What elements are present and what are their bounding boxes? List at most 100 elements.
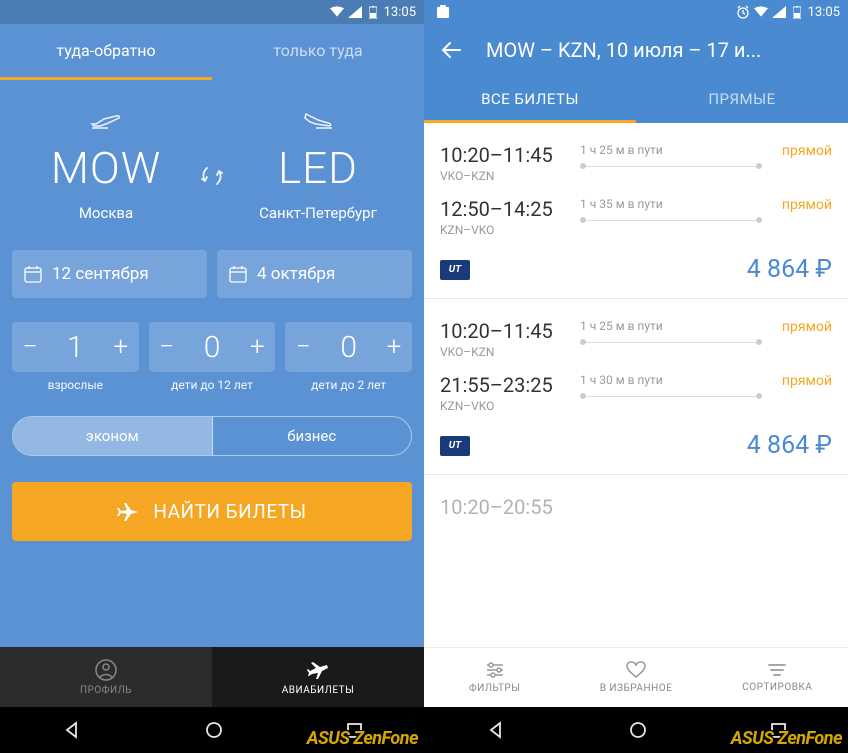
adults-value: 1 xyxy=(48,330,103,365)
destination-code: LED xyxy=(232,142,404,194)
tab-oneway[interactable]: только туда xyxy=(212,24,424,80)
flight-card[interactable]: 10:20–11:45VKO–KZN 1 ч 25 м в пути прямо… xyxy=(424,299,848,475)
cabin-class-toggle: эконом бизнес xyxy=(12,416,412,456)
sort-icon xyxy=(767,662,787,678)
flight-leg: 21:55–23:25KZN–VKO 1 ч 30 м в пути прямо… xyxy=(440,369,832,423)
takeoff-icon xyxy=(20,110,192,130)
passenger-section: − 1 + взрослые − 0 + дети до 12 лет − 0 … xyxy=(0,308,424,398)
flight-leg: 10:20–11:45 VKO–KZN 1 ч 25 м в пути прямо… xyxy=(440,139,832,193)
adults-stepper: − 1 + взрослые xyxy=(12,322,139,392)
infants-plus[interactable]: + xyxy=(376,322,412,372)
leg-time: 21:55–23:25 xyxy=(440,373,580,397)
adults-plus[interactable]: + xyxy=(103,322,139,372)
price: 4 864 ₽ xyxy=(747,255,832,284)
cabin-business[interactable]: бизнес xyxy=(213,417,412,455)
calendar-icon xyxy=(229,265,247,283)
watermark: ASUS ZenFone xyxy=(307,728,418,749)
nav-flights-label: АВИАБИЛЕТЫ xyxy=(282,685,355,696)
airline-logo: UT xyxy=(440,436,470,456)
flights-icon xyxy=(307,659,329,681)
results-list[interactable]: 10:20–11:45 VKO–KZN 1 ч 25 м в пути прямо… xyxy=(424,123,848,647)
leg-time: 10:20–11:45 xyxy=(440,319,580,343)
search-button[interactable]: НАЙТИ БИЛЕТЫ xyxy=(12,482,412,541)
nav-profile-label: ПРОФИЛЬ xyxy=(80,685,132,696)
destination-city: Санкт-Петербург xyxy=(232,204,404,222)
leg-route: VKO–KZN xyxy=(440,345,580,359)
status-bar: 13:05 xyxy=(0,0,424,24)
adults-minus[interactable]: − xyxy=(12,322,48,372)
status-time: 13:05 xyxy=(384,5,416,20)
leg-time: 10:20–11:45 xyxy=(440,143,580,167)
signal-icon xyxy=(348,5,362,19)
origin-code: MOW xyxy=(20,142,192,194)
page-title: MOW – KZN, 10 июля – 17 и... xyxy=(486,38,761,62)
leg-time: 12:50–14:25 xyxy=(440,197,580,221)
nav-filters[interactable]: ФИЛЬТРЫ xyxy=(424,648,565,707)
return-date-value: 4 октября xyxy=(257,264,335,284)
signal-icon xyxy=(772,5,786,19)
nav-flights[interactable]: АВИАБИЛЕТЫ xyxy=(212,647,424,707)
nav-profile[interactable]: ПРОФИЛЬ xyxy=(0,647,212,707)
leg-tag: прямой xyxy=(762,143,832,159)
status-time: 13:05 xyxy=(808,5,840,20)
bottom-nav: ПРОФИЛЬ АВИАБИЛЕТЫ xyxy=(0,647,424,707)
home-button[interactable] xyxy=(629,721,647,739)
wifi-icon xyxy=(754,5,768,19)
origin[interactable]: MOW Москва xyxy=(20,110,192,222)
leg-route: KZN–VKO xyxy=(440,223,580,237)
leg-duration: 1 ч 25 м в пути xyxy=(580,143,762,157)
return-date[interactable]: 4 октября xyxy=(217,250,412,298)
flight-leg: 12:50–14:25KZN–VKO 1 ч 35 м в пути прямо… xyxy=(440,193,832,247)
nav-filters-label: ФИЛЬТРЫ xyxy=(469,683,520,694)
nav-sort-label: СОРТИРОВКА xyxy=(742,682,812,693)
children-stepper: − 0 + дети до 12 лет xyxy=(149,322,276,392)
nav-sort[interactable]: СОРТИРОВКА xyxy=(707,648,848,707)
route-section: MOW Москва LED Санкт-Петербург xyxy=(0,80,424,230)
home-button[interactable] xyxy=(205,721,223,739)
flight-card[interactable]: 10:20–20:55 xyxy=(424,475,848,519)
trip-type-tabs: туда-обратно только туда xyxy=(0,24,424,80)
bottom-nav: ФИЛЬТРЫ В ИЗБРАННОЕ СОРТИРОВКА xyxy=(424,647,848,707)
airline-logo: UT xyxy=(440,260,470,280)
tab-all-tickets[interactable]: ВСЕ БИЛЕТЫ xyxy=(424,76,636,123)
children-plus[interactable]: + xyxy=(239,322,275,372)
alarm-icon xyxy=(736,5,750,19)
landing-icon xyxy=(232,110,404,130)
cabin-economy[interactable]: эконом xyxy=(13,417,213,455)
date-pickers: 12 сентября 4 октября xyxy=(0,230,424,308)
adults-label: взрослые xyxy=(48,378,103,392)
flight-leg: 10:20–20:55 xyxy=(440,491,832,519)
children-value: 0 xyxy=(185,330,240,365)
battery-icon xyxy=(790,5,804,19)
children-minus[interactable]: − xyxy=(149,322,185,372)
heart-icon xyxy=(626,661,646,679)
swap-button[interactable] xyxy=(192,144,232,188)
depart-date[interactable]: 12 сентября xyxy=(12,250,207,298)
infants-minus[interactable]: − xyxy=(285,322,321,372)
battery-icon xyxy=(366,5,380,19)
status-bar: 13:05 xyxy=(424,0,848,24)
infants-value: 0 xyxy=(321,330,376,365)
leg-route: VKO–KZN xyxy=(440,169,580,183)
flight-card[interactable]: 10:20–11:45 VKO–KZN 1 ч 25 м в пути прямо… xyxy=(424,123,848,299)
calendar-icon xyxy=(24,265,42,283)
back-button[interactable] xyxy=(62,720,82,740)
wifi-icon xyxy=(330,5,344,19)
watermark: ASUS ZenFone xyxy=(731,728,842,749)
result-tabs: ВСЕ БИЛЕТЫ ПРЯМЫЕ xyxy=(424,76,848,123)
leg-duration: 1 ч 35 м в пути xyxy=(580,197,762,211)
filters-icon xyxy=(485,661,505,679)
back-icon[interactable] xyxy=(440,39,462,61)
tab-direct[interactable]: ПРЯМЫЕ xyxy=(636,76,848,123)
price: 4 864 ₽ xyxy=(747,431,832,460)
destination[interactable]: LED Санкт-Петербург xyxy=(232,110,404,222)
search-screen: 13:05 туда-обратно только туда MOW Москв… xyxy=(0,0,424,753)
leg-duration: 1 ч 30 м в пути xyxy=(580,373,762,387)
origin-city: Москва xyxy=(20,204,192,222)
nav-favorites[interactable]: В ИЗБРАННОЕ xyxy=(565,648,706,707)
leg-tag: прямой xyxy=(762,373,832,389)
depart-date-value: 12 сентября xyxy=(52,264,149,284)
back-button[interactable] xyxy=(486,720,506,740)
infants-stepper: − 0 + дети до 2 лет xyxy=(285,322,412,392)
tab-roundtrip[interactable]: туда-обратно xyxy=(0,24,212,80)
